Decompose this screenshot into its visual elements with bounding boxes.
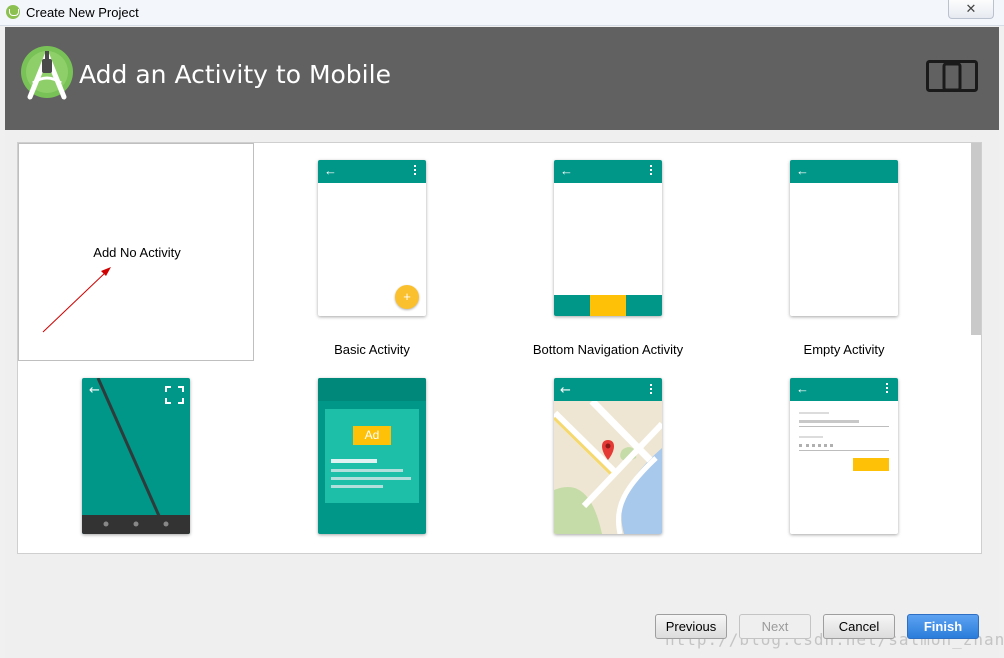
svg-text:←: ← [560,383,571,398]
window-title: Create New Project [26,5,139,20]
template-thumbnail: ← [82,378,190,534]
page-title: Add an Activity to Mobile [79,60,391,89]
template-google-maps-activity[interactable]: ← [490,361,726,553]
previous-button[interactable]: Previous [655,614,727,639]
bottom-nav-bar [554,295,662,316]
template-add-no-activity[interactable]: Add No Activity [18,143,254,361]
template-fullscreen-activity[interactable]: ← [18,361,254,553]
cancel-button[interactable]: Cancel [823,614,895,639]
fab-icon: + [395,285,419,309]
template-login-activity[interactable]: ← [726,361,962,553]
template-admob-activity[interactable]: Ad [254,361,490,553]
create-project-window: Create New Project ✕ Add an Activity to … [0,0,1004,658]
template-label: Empty Activity [803,342,885,357]
template-gallery[interactable]: Add No Activity ← + Basic Activity ← Bot… [17,142,982,554]
back-arrow-icon: ← [560,163,573,178]
back-arrow-icon: ← [796,163,809,178]
close-button[interactable]: ✕ [948,0,994,19]
svg-text:←: ← [89,383,100,398]
ad-card: Ad [325,409,419,503]
content-area: Add No Activity ← + Basic Activity ← Bot… [5,130,1004,658]
template-thumbnail: ← [790,378,898,534]
gallery-scrollbar[interactable] [971,143,981,335]
template-thumbnail: ← [790,160,898,316]
template-thumbnail: Ad [318,378,426,534]
template-thumbnail: ← [554,160,662,316]
back-arrow-icon: ← [324,163,337,178]
back-arrow-icon: ← [796,381,809,396]
wizard-header: Add an Activity to Mobile [5,27,999,130]
android-studio-icon [21,46,73,100]
android-studio-small-icon [6,5,20,19]
template-label: Basic Activity [334,342,410,357]
template-bottom-navigation-activity[interactable]: ← Bottom Navigation Activity [490,143,726,361]
template-label: Add No Activity [93,245,181,260]
next-button[interactable]: Next [739,614,811,639]
ad-badge: Ad [353,426,391,445]
title-bar: Create New Project ✕ [0,0,1004,26]
phone-tablet-icon [926,60,978,92]
template-thumbnail: ← [554,378,662,534]
sign-in-button-preview [853,458,889,471]
template-basic-activity[interactable]: ← + Basic Activity [254,143,490,361]
finish-button[interactable]: Finish [907,614,979,639]
template-empty-activity[interactable]: ← Empty Activity [726,143,962,361]
arrow-annotation-icon [42,267,111,333]
overflow-menu-icon [414,165,417,178]
overflow-menu-icon [886,383,889,396]
template-thumbnail: ← + [318,160,426,316]
overflow-menu-icon [650,165,653,178]
template-label: Bottom Navigation Activity [532,342,684,357]
